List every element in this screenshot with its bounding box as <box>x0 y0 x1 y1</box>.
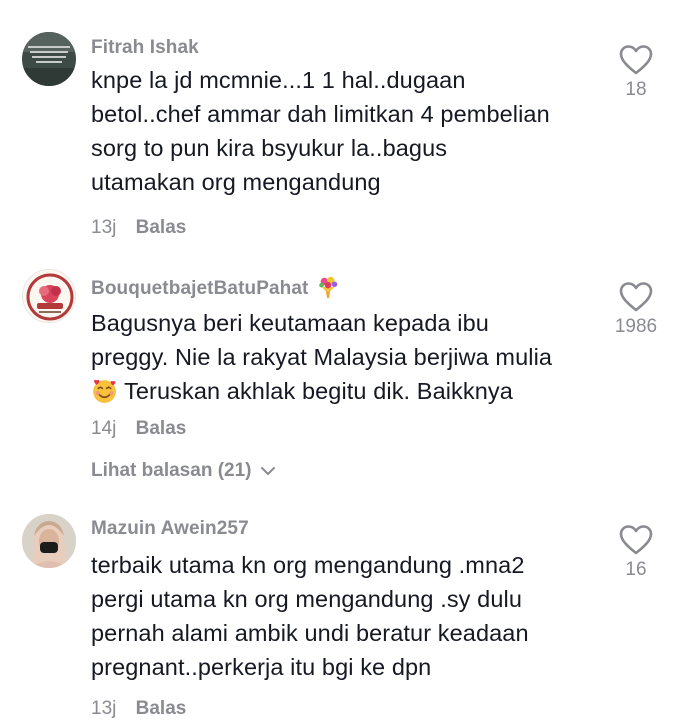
view-replies-button[interactable]: Lihat balasan (21) <box>91 460 277 482</box>
like-count: 1986 <box>614 316 658 337</box>
comment-text-line: knpe la jd mcmnie...1 1 hal..dugaan <box>91 67 466 93</box>
avatar-image <box>23 270 75 322</box>
view-replies-label: Lihat balasan (21) <box>91 460 252 481</box>
bouquet-emoji <box>319 276 338 299</box>
comment-timestamp: 14j <box>91 418 117 439</box>
comment-text-line: preggy. Nie la rakyat Malaysia berjiwa m… <box>91 344 553 370</box>
reply-button[interactable]: Balas <box>136 418 187 439</box>
comment-text-line: Teruskan akhlak begitu dik. Baikknya <box>91 374 611 408</box>
reply-button[interactable]: Balas <box>136 698 187 719</box>
comment-meta: 13j Balas <box>91 217 186 239</box>
comment-meta: 14j Balas <box>91 418 186 440</box>
comment-meta: 13j Balas <box>91 698 186 720</box>
avatar[interactable] <box>22 32 76 86</box>
comment-username[interactable]: BouquetbajetBatuPahat <box>91 275 340 300</box>
avatar-image <box>22 32 76 86</box>
comment-text-fragment: Teruskan akhlak begitu dik. Baikknya <box>124 378 513 404</box>
comment-username[interactable]: Fitrah Ishak <box>91 37 199 59</box>
avatar-image <box>22 514 76 568</box>
comment-text-line: terbaik utama kn org mengandung .mna2 <box>91 552 525 578</box>
heart-icon <box>619 525 653 555</box>
comment-text: terbaik utama kn org mengandung .mna2 pe… <box>91 548 611 684</box>
comment-timestamp: 13j <box>91 698 117 719</box>
reply-button[interactable]: Balas <box>136 217 187 238</box>
like-button[interactable]: 18 <box>606 45 666 101</box>
comment-text-line: utamakan org mengandung <box>91 169 381 195</box>
chevron-down-icon <box>260 466 275 475</box>
avatar[interactable] <box>22 514 76 568</box>
avatar[interactable] <box>22 269 76 323</box>
comment-text-line: Bagusnya beri keutamaan kepada ibu <box>91 310 489 336</box>
like-count: 18 <box>625 79 647 100</box>
comment-text-line: sorg to pun kira bsyukur la..bagus <box>91 135 448 161</box>
comment-text-line: pernah alami ambik undi beratur keadaan <box>91 620 529 646</box>
like-count: 16 <box>625 559 647 580</box>
like-button[interactable]: 16 <box>606 525 666 581</box>
comment-text: knpe la jd mcmnie...1 1 hal..dugaan beto… <box>91 63 611 199</box>
like-button[interactable]: 1986 <box>606 282 666 338</box>
comment-text-line: pregnant..perkerja itu bgi ke dpn <box>91 654 432 680</box>
comment-username[interactable]: Mazuin Awein257 <box>91 518 249 540</box>
heart-icon <box>619 282 653 312</box>
comment-text-line: betol..chef ammar dah limitkan 4 pembeli… <box>91 101 550 127</box>
smiling-face-with-hearts-emoji <box>93 379 116 403</box>
heart-icon <box>619 45 653 75</box>
comment-text-line: pergi utama kn org mengandung .sy dulu <box>91 586 522 612</box>
comment-text: Bagusnya beri keutamaan kepada ibu pregg… <box>91 306 611 408</box>
username-text: BouquetbajetBatuPahat <box>91 278 309 299</box>
comment-timestamp: 13j <box>91 217 117 238</box>
